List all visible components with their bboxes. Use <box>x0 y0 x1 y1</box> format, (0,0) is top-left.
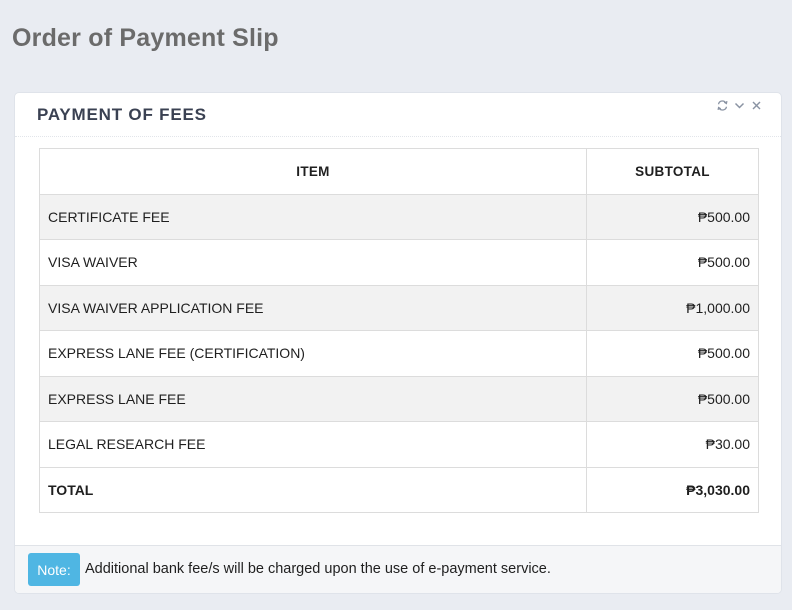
row-item: VISA WAIVER <box>39 239 587 286</box>
row-subtotal: ₱500.00 <box>586 239 759 286</box>
table-header-row: ITEM SUBTOTAL <box>39 148 759 195</box>
page-title: Order of Payment Slip <box>12 24 279 52</box>
table-row: LEGAL RESEARCH FEE ₱30.00 <box>39 421 759 468</box>
note-text: Additional bank fee/s will be charged up… <box>85 561 551 577</box>
table-row: VISA WAIVER ₱500.00 <box>39 239 759 286</box>
refresh-icon[interactable] <box>716 99 729 112</box>
payment-of-fees-panel: PAYMENT OF FEES ITEM SUBTOTAL CERTIFICAT… <box>14 92 782 594</box>
row-subtotal: ₱500.00 <box>586 193 759 240</box>
fees-table: ITEM SUBTOTAL CERTIFICATE FEE ₱500.00 VI… <box>39 148 759 513</box>
note-badge: Note: <box>28 553 80 586</box>
row-item: CERTIFICATE FEE <box>39 193 587 240</box>
row-item: EXPRESS LANE FEE <box>39 375 587 422</box>
row-subtotal: ₱500.00 <box>586 330 759 377</box>
row-subtotal: ₱1,000.00 <box>586 284 759 331</box>
column-header-item: ITEM <box>39 148 587 195</box>
column-header-subtotal: SUBTOTAL <box>586 148 759 195</box>
total-amount: ₱3,030.00 <box>586 466 759 513</box>
row-item: LEGAL RESEARCH FEE <box>39 421 587 468</box>
table-row: EXPRESS LANE FEE (CERTIFICATION) ₱500.00 <box>39 330 759 377</box>
table-row: CERTIFICATE FEE ₱500.00 <box>39 193 759 240</box>
close-icon[interactable] <box>750 99 763 112</box>
row-item: EXPRESS LANE FEE (CERTIFICATION) <box>39 330 587 377</box>
panel-header: PAYMENT OF FEES <box>15 93 781 137</box>
panel-title: PAYMENT OF FEES <box>37 105 207 124</box>
row-subtotal: ₱500.00 <box>586 375 759 422</box>
panel-tools <box>716 99 763 112</box>
table-row: EXPRESS LANE FEE ₱500.00 <box>39 375 759 422</box>
row-item: VISA WAIVER APPLICATION FEE <box>39 284 587 331</box>
total-label: TOTAL <box>39 466 587 513</box>
chevron-down-icon[interactable] <box>733 99 746 112</box>
panel-footer: Note: Additional bank fee/s will be char… <box>15 545 781 593</box>
total-row: TOTAL ₱3,030.00 <box>39 466 759 513</box>
table-row: VISA WAIVER APPLICATION FEE ₱1,000.00 <box>39 284 759 331</box>
row-subtotal: ₱30.00 <box>586 421 759 468</box>
